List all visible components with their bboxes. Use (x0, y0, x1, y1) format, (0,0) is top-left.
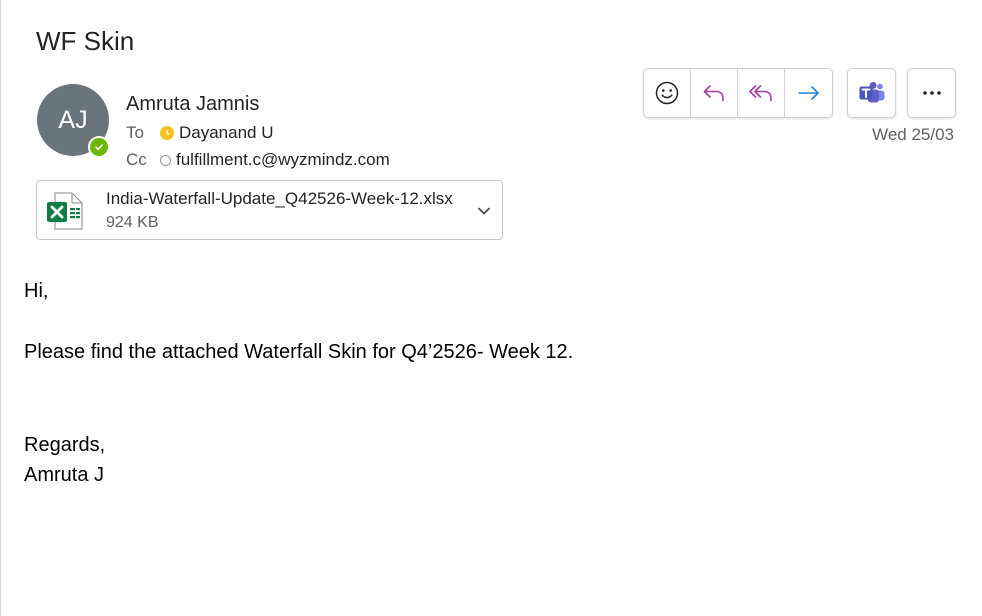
chevron-down-icon[interactable] (476, 203, 492, 219)
email-subject: WF Skin (36, 26, 135, 56)
reply-all-button[interactable] (738, 69, 785, 117)
excel-file-icon (47, 192, 83, 230)
to-recipient[interactable]: Dayanand U (179, 123, 274, 143)
forward-icon (797, 86, 819, 100)
cc-label: Cc (126, 150, 147, 169)
more-icon (922, 91, 941, 95)
attachment-size: 924 KB (106, 214, 159, 231)
forward-button[interactable] (785, 69, 832, 117)
to-row: To Dayanand U (126, 123, 274, 143)
received-date: Wed 25/03 (872, 125, 954, 144)
reading-pane-divider (0, 0, 1, 616)
cc-row: Cc fulfillment.c@wyzmindz.com (126, 150, 390, 170)
attachment-card[interactable]: India-Waterfall-Update_Q42526-Week-12.xl… (36, 180, 503, 240)
smiley-icon (655, 81, 679, 105)
more-actions-button[interactable] (907, 68, 956, 118)
body-signature: Amruta J (24, 464, 105, 486)
teams-button[interactable] (847, 68, 896, 118)
react-button[interactable] (644, 69, 691, 117)
to-label: To (126, 123, 144, 142)
sender-name[interactable]: Amruta Jamnis (126, 93, 259, 116)
away-status-icon (160, 126, 174, 140)
unknown-status-icon (160, 154, 171, 166)
avatar-initials: AJ (58, 105, 88, 134)
reply-icon (703, 85, 724, 102)
body-message: Please find the attached Waterfall Skin … (24, 341, 574, 363)
reply-action-group (643, 68, 833, 118)
reply-button[interactable] (691, 69, 738, 117)
presence-available-icon (88, 136, 110, 158)
teams-icon (859, 82, 884, 103)
body-greeting: Hi, (24, 280, 49, 302)
reply-all-icon (749, 85, 772, 102)
attachment-filename: India-Waterfall-Update_Q42526-Week-12.xl… (106, 189, 453, 208)
cc-recipient[interactable]: fulfillment.c@wyzmindz.com (176, 150, 390, 170)
body-closing: Regards, (24, 434, 106, 456)
